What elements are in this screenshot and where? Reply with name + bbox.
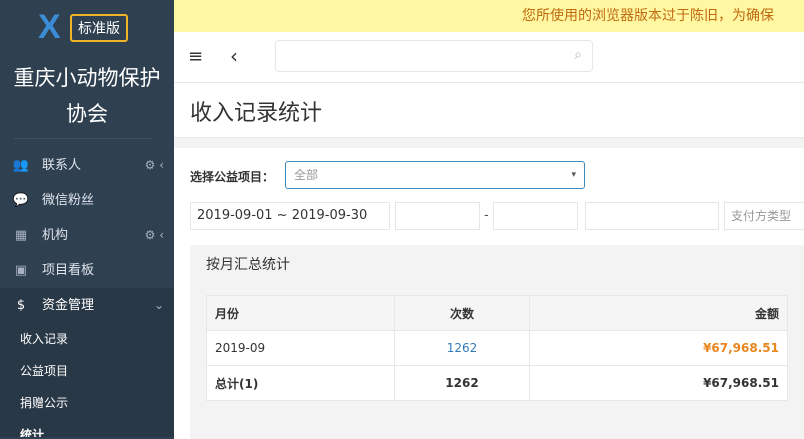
gear-chevron-icon: ⚙ ‹	[144, 158, 164, 172]
column-header-amount[interactable]: 金额	[529, 295, 788, 331]
sidebar-nav: 👥 联系人 ⚙ ‹ 💬 微信粉丝 ▦ 机构 ⚙ ‹ ▣ 项目看板 $ 资金管理 …	[0, 148, 174, 437]
submenu-statistics[interactable]: 统计	[0, 419, 174, 437]
amount-min-input[interactable]	[395, 202, 480, 230]
page-header: 收入记录统计	[174, 83, 804, 138]
monthly-summary-panel: 按月汇总统计 月份 次数 金额 2019-09 1262 ¥67,968.51 …	[190, 245, 804, 439]
project-select-value: 全部	[294, 168, 319, 182]
search-input[interactable]: ⌕	[275, 40, 593, 72]
sidebar: X 标准版 重庆小动物保护 协会 👥 联系人 ⚙ ‹ 💬 微信粉丝 ▦ 机构 ⚙…	[0, 0, 174, 439]
cell-amount: ¥67,968.51	[529, 330, 788, 366]
back-icon[interactable]: ‹	[230, 44, 238, 68]
sidebar-item-funds[interactable]: $ 资金管理 ⌄	[0, 288, 174, 323]
sidebar-item-contacts[interactable]: 👥 联系人 ⚙ ‹	[0, 148, 174, 183]
org-name: 重庆小动物保护 协会	[0, 60, 174, 132]
table-header-row: 月份 次数 金额	[206, 295, 788, 331]
sidebar-item-org[interactable]: ▦ 机构 ⚙ ‹	[0, 218, 174, 253]
sidebar-item-project-board[interactable]: ▣ 项目看板	[0, 253, 174, 288]
submenu-income-records[interactable]: 收入记录	[0, 323, 174, 355]
sidebar-item-label: 资金管理	[42, 298, 95, 313]
column-header-count[interactable]: 次数	[394, 295, 530, 331]
chevron-down-icon: ⌄	[153, 298, 164, 312]
org-name-line1: 重庆小动物保护	[13, 66, 161, 90]
amount-max-input[interactable]	[493, 202, 578, 230]
cell-total-count: 1262	[394, 365, 530, 401]
column-header-month[interactable]: 月份	[206, 295, 395, 331]
cell-total-amount: ¥67,968.51	[529, 365, 788, 401]
summary-table: 月份 次数 金额 2019-09 1262 ¥67,968.51 总计(1) 1…	[206, 295, 788, 401]
sidebar-item-label: 项目看板	[42, 263, 95, 278]
cell-count-link[interactable]: 1262	[394, 330, 530, 366]
table-row: 2019-09 1262 ¥67,968.51	[206, 330, 788, 366]
org-name-line2: 协会	[66, 102, 108, 126]
divider	[14, 138, 152, 139]
chat-icon: 💬	[12, 193, 30, 208]
project-select[interactable]: 全部 ▾	[285, 161, 585, 189]
payment-type-placeholder: 支付方类型	[731, 209, 792, 223]
submenu-donation-notice[interactable]: 捐赠公示	[0, 387, 174, 419]
gear-chevron-icon: ⚙ ‹	[144, 228, 164, 242]
sidebar-item-wechat-fans[interactable]: 💬 微信粉丝	[0, 183, 174, 218]
payment-type-select[interactable]: 支付方类型	[724, 202, 804, 230]
caret-down-icon: ▾	[571, 170, 576, 180]
edition-badge: 标准版	[70, 14, 128, 42]
sidebar-submenu: 收入记录 公益项目 捐赠公示 统计	[0, 323, 174, 437]
cell-total-label: 总计(1)	[206, 365, 395, 401]
brand-logo: X 标准版	[38, 10, 130, 46]
main-content: 选择公益项目： 全部 ▾ 2019-09-01 ~ 2019-09-30 - 支…	[174, 148, 804, 439]
inbox-icon: ▣	[14, 263, 28, 278]
panel-title: 按月汇总统计	[206, 257, 290, 273]
users-icon: 👥	[12, 158, 30, 173]
warning-text: 您所使用的浏览器版本过于陈旧，为确保	[522, 8, 774, 24]
project-filter-label: 选择公益项目：	[190, 170, 275, 184]
logo-x-icon: X	[38, 8, 61, 46]
browser-warning-banner: 您所使用的浏览器版本过于陈旧，为确保	[174, 0, 804, 32]
dollar-icon: $	[16, 298, 26, 313]
sidebar-item-label: 联系人	[42, 158, 82, 173]
building-icon: ▦	[14, 228, 28, 243]
sidebar-item-label: 机构	[42, 228, 69, 243]
search-icon[interactable]: ⌕	[574, 47, 582, 63]
filter-input-extra[interactable]	[585, 202, 719, 230]
sidebar-item-label: 微信粉丝	[42, 193, 95, 208]
submenu-charity-projects[interactable]: 公益项目	[0, 355, 174, 387]
cell-month: 2019-09	[206, 330, 395, 366]
range-separator: -	[484, 208, 489, 223]
menu-toggle-icon[interactable]: ≡	[188, 46, 203, 67]
top-navbar: ≡ ‹ ⌕	[174, 32, 804, 83]
page-title: 收入记录统计	[190, 101, 323, 126]
table-total-row: 总计(1) 1262 ¥67,968.51	[206, 365, 788, 401]
date-range-input[interactable]: 2019-09-01 ~ 2019-09-30	[190, 202, 390, 230]
